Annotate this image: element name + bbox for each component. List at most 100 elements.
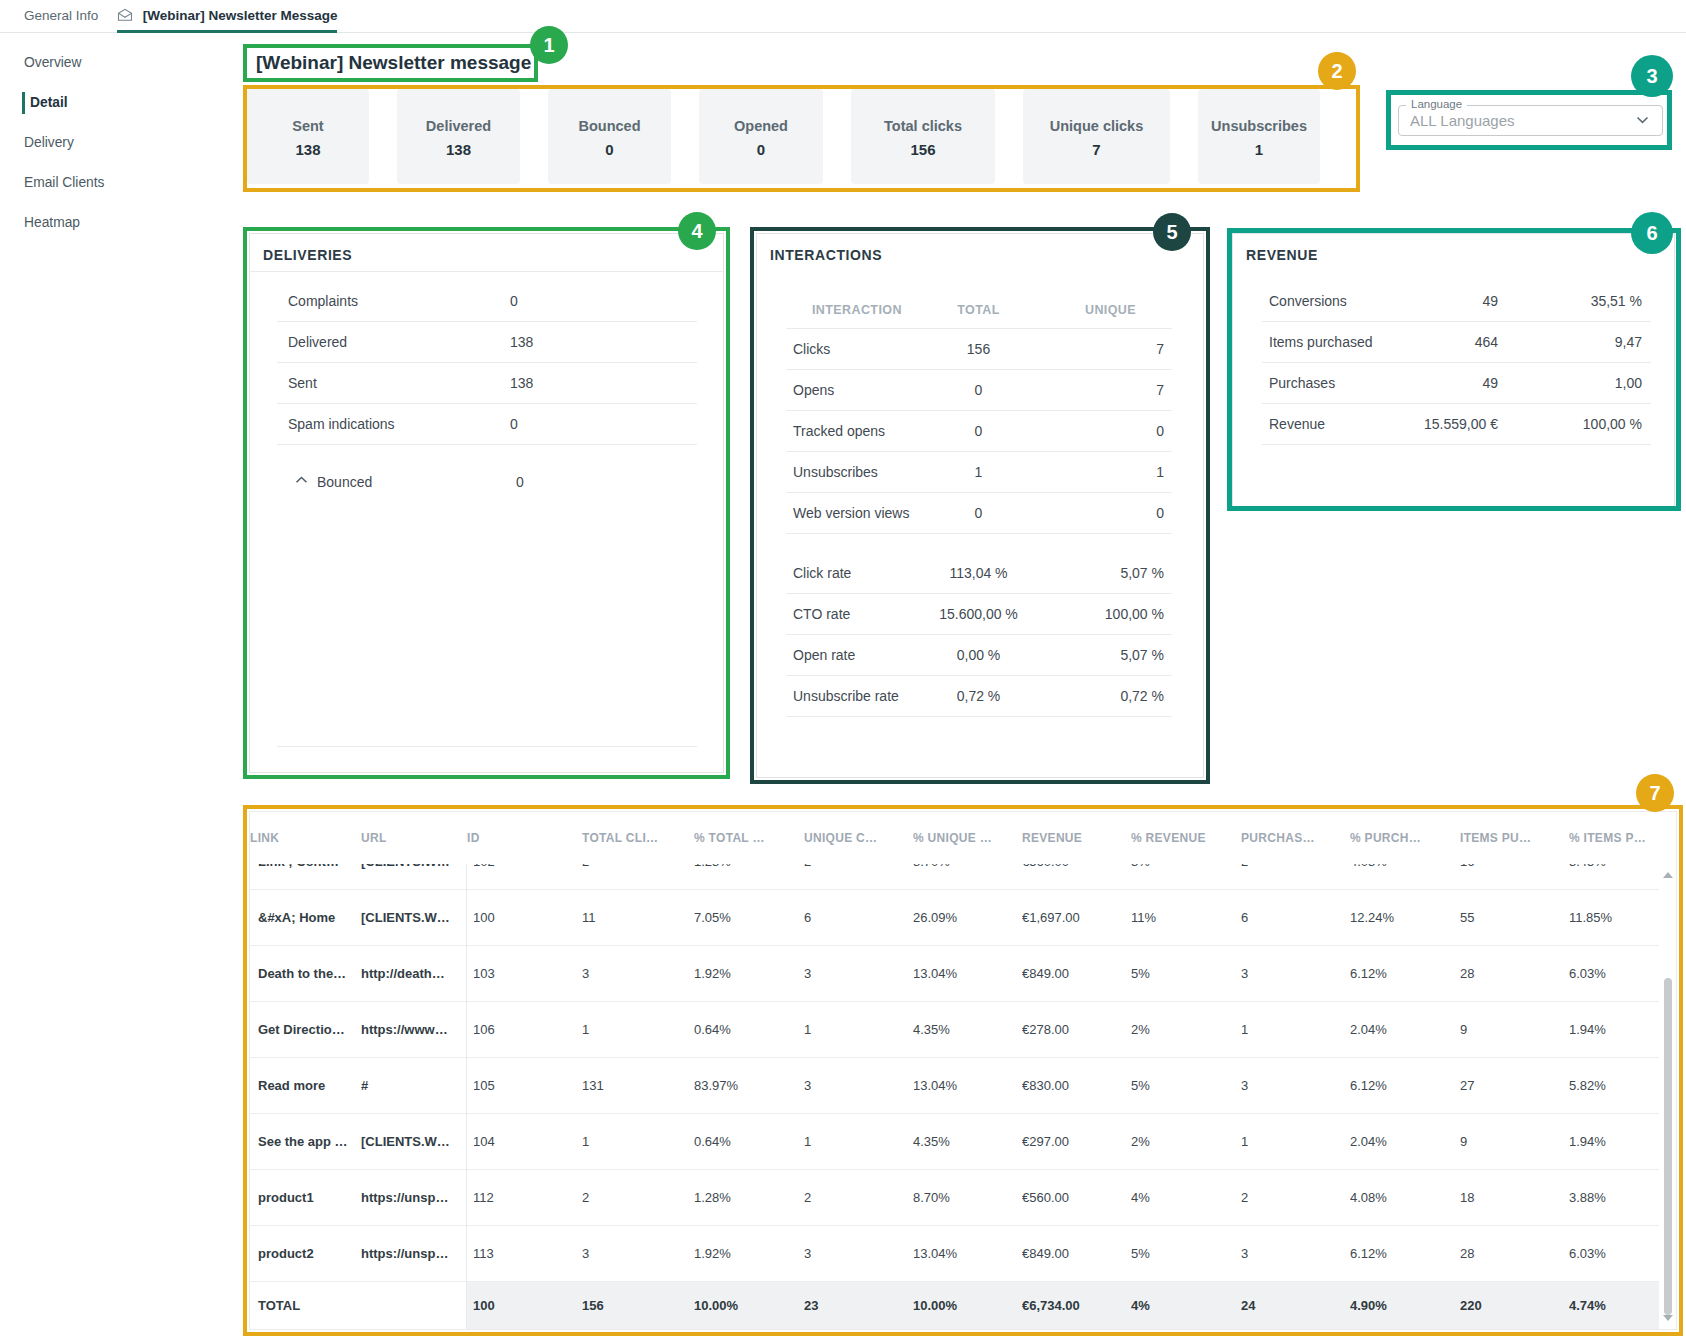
cell-total-clicks: 2 xyxy=(582,864,694,869)
revenue-panel: REVENUE Conversions 49 35,51 % Items pur… xyxy=(1232,233,1675,508)
annotation-marker-3: 3 xyxy=(1631,55,1673,97)
sidebar-item-delivery[interactable]: Delivery xyxy=(0,123,243,163)
cell-revenue: €297.00 xyxy=(1022,1134,1131,1149)
summary-card-label: Opened xyxy=(699,115,823,138)
cell-percent-total-clicks: 1.92% xyxy=(694,966,804,981)
sidebar-item-heatmap[interactable]: Heatmap xyxy=(0,203,243,243)
cell-percent-revenue: 5% xyxy=(1131,1078,1241,1093)
tab-general-info[interactable]: General Info xyxy=(24,0,98,33)
link-table-rows: Link ; Cont… [CLIENTS.W… 102 2 1.28% 2 8… xyxy=(250,864,1659,1329)
total-cell: 23 xyxy=(804,1282,913,1329)
tab-newsletter-message[interactable]: [Webinar] Newsletter Message xyxy=(117,0,338,33)
revenue-row-percent: 35,51 % xyxy=(1591,281,1642,322)
cell-percent-items-purchased: 11.85% xyxy=(1569,910,1659,925)
link-table-total-row: TOTAL10015610.00%2310.00%€6,734.004%244.… xyxy=(250,1282,1659,1329)
language-select[interactable]: Language ALL Languages xyxy=(1398,105,1663,136)
revenue-row-value: 49 xyxy=(1362,363,1498,404)
bounced-expander-row[interactable]: Bounced 0 xyxy=(277,462,697,503)
total-cell: 4.74% xyxy=(1569,1282,1659,1329)
cell-percent-purchases: 6.12% xyxy=(1350,1246,1460,1261)
revenue-row-value: 49 xyxy=(1362,281,1498,322)
link-table-column-header[interactable]: UNIQUE C… xyxy=(804,831,913,845)
language-select-value: ALL Languages xyxy=(1410,106,1515,135)
summary-card-value: 138 xyxy=(247,138,369,161)
rate-name: Open rate xyxy=(793,635,855,676)
deliveries-row-label: Sent xyxy=(288,363,317,404)
cell-link: Link ; Cont… xyxy=(250,864,361,869)
cell-items-purchased: 55 xyxy=(1460,910,1569,925)
link-table-column-header[interactable]: % TOTAL … xyxy=(694,831,804,845)
total-cell: €6,734.00 xyxy=(1022,1282,1131,1329)
cell-percent-unique-clicks: 8.70% xyxy=(913,864,1022,869)
link-table-row: product1 https://unsp… 112 2 1.28% 2 8.7… xyxy=(250,1170,1659,1226)
interaction-unique: 0 xyxy=(1156,411,1164,452)
interaction-name: Unsubscribes xyxy=(793,452,878,493)
cell-percent-items-purchased: 1.94% xyxy=(1569,1134,1659,1149)
cell-link: product2 xyxy=(250,1246,361,1261)
cell-total-clicks: 2 xyxy=(582,1190,694,1205)
cell-link: Read more xyxy=(250,1078,361,1093)
summary-card-value: 0 xyxy=(548,138,671,161)
cell-id: 100 xyxy=(467,910,582,925)
link-table-column-header[interactable]: URL xyxy=(361,831,467,845)
cell-url: https://www… xyxy=(361,1022,467,1037)
summary-card-value: 0 xyxy=(699,138,823,161)
link-table-column-header[interactable]: REVENUE xyxy=(1022,831,1131,845)
link-table-column-header[interactable]: % ITEMS P… xyxy=(1569,831,1659,845)
deliveries-row: Complaints 0 xyxy=(277,281,697,322)
cell-percent-total-clicks: 7.05% xyxy=(694,910,804,925)
interactions-rate-row: Unsubscribe rate 0,72 % 0,72 % xyxy=(786,676,1172,717)
cell-percent-items-purchased: 5.82% xyxy=(1569,1078,1659,1093)
sidebar-item-email-clients-label: Email Clients xyxy=(24,175,105,190)
cell-url: http://death… xyxy=(361,966,467,981)
link-table-column-header[interactable]: % UNIQUE … xyxy=(913,831,1022,845)
cell-items-purchased: 18 xyxy=(1460,1190,1569,1205)
interactions-panel: INTERACTIONS INTERACTION TOTAL UNIQUE Cl… xyxy=(756,233,1204,778)
summary-card: Delivered 138 xyxy=(397,89,520,184)
interaction-total: 0 xyxy=(896,493,1061,534)
cell-unique-clicks: 2 xyxy=(804,1190,913,1205)
link-table-row: Death to the… http://death… 103 3 1.92% … xyxy=(250,946,1659,1002)
cell-items-purchased: 9 xyxy=(1460,1022,1569,1037)
link-table-column-header[interactable]: ITEMS PU… xyxy=(1460,831,1569,845)
email-campaign-detail-page: General Info [Webinar] Newsletter Messag… xyxy=(0,0,1686,1341)
link-table-column-header[interactable]: LINK xyxy=(250,831,361,845)
scroll-down-arrow-icon[interactable] xyxy=(1663,1315,1673,1321)
cell-link: See the app … xyxy=(250,1134,361,1149)
cell-percent-purchases: 12.24% xyxy=(1350,910,1460,925)
col-header-total: TOTAL xyxy=(896,291,1061,329)
cell-url: [CLIENTS.W… xyxy=(361,910,467,925)
cell-percent-unique-clicks: 13.04% xyxy=(913,966,1022,981)
cell-unique-clicks: 6 xyxy=(804,910,913,925)
link-table-column-header[interactable]: % REVENUE xyxy=(1131,831,1241,845)
cell-percent-purchases: 4.08% xyxy=(1350,1190,1460,1205)
link-table-column-header[interactable]: % PURCH… xyxy=(1350,831,1460,845)
sidebar-item-email-clients[interactable]: Email Clients xyxy=(0,163,243,203)
deliveries-row-value: 0 xyxy=(510,281,518,322)
cell-percent-total-clicks: 1.28% xyxy=(694,864,804,869)
interactions-rate-row: Click rate 113,04 % 5,07 % xyxy=(786,553,1172,594)
summary-card-value: 7 xyxy=(1023,138,1170,161)
summary-card-label: Sent xyxy=(247,115,369,138)
scrollbar-thumb[interactable] xyxy=(1664,978,1672,1315)
interactions-rate-row: CTO rate 15.600,00 % 100,00 % xyxy=(786,594,1172,635)
cell-percent-purchases: 4.08% xyxy=(1350,864,1460,869)
revenue-row-value: 464 xyxy=(1362,322,1498,363)
cell-percent-revenue: 11% xyxy=(1131,910,1241,925)
deliveries-row: Sent 138 xyxy=(277,363,697,404)
cell-percent-items-purchased: 1.94% xyxy=(1569,1022,1659,1037)
active-item-indicator xyxy=(22,92,25,114)
scroll-up-arrow-icon[interactable] xyxy=(1663,872,1673,878)
cell-purchases: 6 xyxy=(1241,910,1350,925)
link-table-column-header[interactable]: TOTAL CLI… xyxy=(582,831,694,845)
sidebar-item-detail[interactable]: Detail xyxy=(0,83,243,123)
summary-card-label: Total clicks xyxy=(851,115,995,138)
summary-card-label: Delivered xyxy=(397,115,520,138)
sidebar-item-overview[interactable]: Overview xyxy=(0,43,243,83)
link-table-column-header[interactable]: PURCHAS… xyxy=(1241,831,1350,845)
link-table-column-header[interactable]: ID xyxy=(467,831,582,845)
cell-purchases: 2 xyxy=(1241,1190,1350,1205)
cell-url: https://unsp… xyxy=(361,1246,467,1261)
link-table-row: product2 https://unsp… 113 3 1.92% 3 13.… xyxy=(250,1226,1659,1282)
total-cell: 10.00% xyxy=(913,1282,1022,1329)
